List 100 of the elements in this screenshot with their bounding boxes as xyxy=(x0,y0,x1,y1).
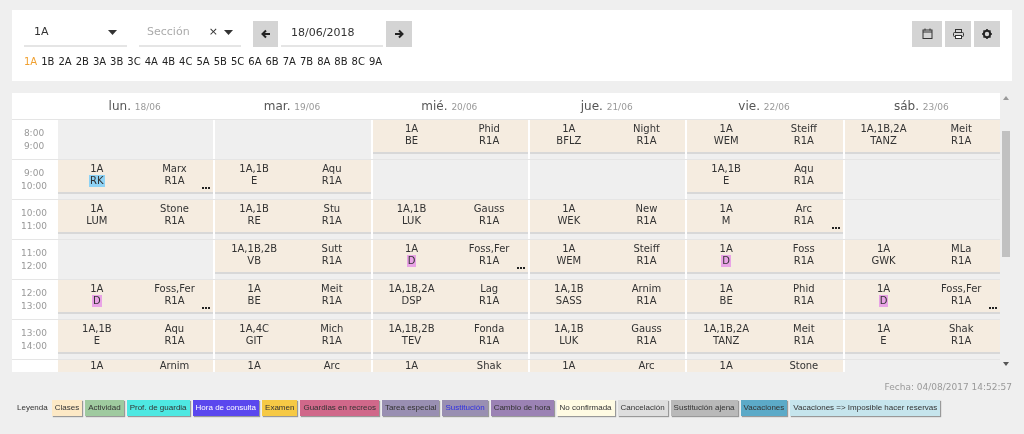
class-tab[interactable]: 4B xyxy=(161,54,176,69)
time-slot[interactable]: 1A WEK New R1A xyxy=(528,200,686,239)
time-slot[interactable]: 1A D Foss,Fer R1A xyxy=(842,280,1000,319)
time-slot[interactable]: 1A E Shak R1A xyxy=(842,320,1000,359)
lesson-card[interactable]: 1A,1B RE Stu R1A xyxy=(215,200,371,232)
lesson-card[interactable]: 1A Shak xyxy=(372,360,528,372)
class-tab[interactable]: 5A xyxy=(196,54,210,69)
lesson-card[interactable]: 1A Arnim xyxy=(58,360,214,372)
time-slot[interactable]: 1A BE Phid R1A xyxy=(685,280,843,319)
teacher-text: Arc xyxy=(638,360,655,372)
time-slot[interactable]: 1A BE Phid R1A xyxy=(370,120,528,159)
time-slot[interactable]: 1A,1B,2B TEV Fonda R1A xyxy=(370,320,528,359)
lesson-card[interactable]: 1A Stone xyxy=(687,360,843,372)
lesson-card[interactable]: 1A,1B E Aqu R1A xyxy=(215,160,371,192)
class-tab[interactable]: 4C xyxy=(179,54,193,69)
print-button[interactable] xyxy=(945,20,971,47)
lesson-card[interactable]: 1A,1B,2A TANZ Meit R1A xyxy=(844,120,1000,152)
lesson-card[interactable]: 1A,1B E Aqu R1A xyxy=(58,320,214,352)
class-tab[interactable]: 8A xyxy=(317,54,331,69)
time-slot[interactable]: 1A,1B,2A TANZ Meit R1A xyxy=(842,120,1000,159)
time-slot[interactable]: 1A,1B RE Stu R1A xyxy=(213,200,371,239)
time-slot[interactable]: 1A,1B E Aqu R1A xyxy=(685,160,843,199)
class-tab[interactable]: 1B xyxy=(41,54,55,69)
lesson-card[interactable]: 1A RK Marx R1A xyxy=(58,160,214,192)
lesson-card[interactable]: 1A LUM Stone R1A xyxy=(58,200,214,232)
lesson-card[interactable]: 1A,1B,2A TANZ Meit R1A xyxy=(687,320,843,352)
lesson-card[interactable]: 1A,1B,2B VB Sutt R1A xyxy=(215,240,371,272)
class-tab[interactable]: 2A xyxy=(58,54,72,69)
date-field[interactable]: 18/06/2018 xyxy=(281,20,383,47)
time-slot[interactable]: 1A,1B,2B VB Sutt R1A xyxy=(213,240,371,279)
time-slot[interactable]: 1A,1B SASS Arnim R1A xyxy=(528,280,686,319)
time-slot[interactable]: 1A GWK MLa R1A xyxy=(842,240,1000,279)
class-tab[interactable]: 5B xyxy=(213,54,227,69)
group-select[interactable]: 1A xyxy=(24,20,127,47)
time-slot[interactable]: 1A,1B,2A TANZ Meit R1A xyxy=(685,320,843,359)
class-tab[interactable]: 9A xyxy=(368,54,383,69)
time-slot[interactable]: 1A D Foss,Fer R1A xyxy=(56,280,214,319)
lesson-card[interactable]: 1A,1B E Aqu R1A xyxy=(687,160,843,192)
next-week-button[interactable] xyxy=(386,20,412,47)
lesson-card[interactable]: 1A,1B,2A DSP Lag R1A xyxy=(372,280,528,312)
class-tab[interactable]: 8C xyxy=(351,54,365,69)
lesson-card[interactable]: 1A BE Phid R1A xyxy=(372,120,528,152)
time-slot[interactable]: 1A,1B LUK Gauss R1A xyxy=(528,320,686,359)
class-tab[interactable]: 8B xyxy=(334,54,348,69)
teacher-text: Aqu xyxy=(322,163,342,175)
lesson-card[interactable]: 1A WEM Steiff R1A xyxy=(687,120,843,152)
time-slot[interactable]: 1A M Arc R1A xyxy=(685,200,843,239)
group-text: 1A xyxy=(562,360,576,372)
settings-button[interactable] xyxy=(974,20,1000,47)
time-slot[interactable]: 1A BFLZ Night R1A xyxy=(528,120,686,159)
time-slot[interactable]: 1A,1B E Aqu R1A xyxy=(56,320,214,359)
class-tab[interactable]: 7A xyxy=(282,54,296,69)
time-slot[interactable]: 1A WEM Steiff R1A xyxy=(685,120,843,159)
lesson-card[interactable]: 1A,1B,2B TEV Fonda R1A xyxy=(372,320,528,352)
lesson-card[interactable]: 1A WEM Steiff R1A xyxy=(530,240,686,272)
lesson-card[interactable]: 1A D Foss,Fer R1A xyxy=(372,240,528,272)
class-tab[interactable]: 7B xyxy=(299,54,314,69)
calendar-button[interactable] xyxy=(912,20,942,47)
time-slot[interactable]: 1A,1B LUK Gauss R1A xyxy=(370,200,528,239)
lesson-card[interactable]: 1A D Foss,Fer R1A xyxy=(58,280,214,312)
room-text: R1A xyxy=(636,255,657,267)
lesson-card[interactable]: 1A,1B LUK Gauss R1A xyxy=(530,320,686,352)
arrow-left-icon xyxy=(260,28,271,39)
class-tab[interactable]: 6B xyxy=(265,54,279,69)
lesson-card[interactable]: 1A GWK MLa R1A xyxy=(844,240,1000,272)
time-slot[interactable]: 1A D Foss,Fer R1A xyxy=(370,240,528,279)
lesson-card[interactable]: 1A,4C GIT Mich R1A xyxy=(215,320,371,352)
clear-button[interactable]: × xyxy=(208,24,218,41)
scrollbar-thumb[interactable] xyxy=(1002,131,1010,257)
lesson-card[interactable]: 1A Arc xyxy=(215,360,371,372)
time-slot[interactable]: 1A D Foss R1A xyxy=(685,240,843,279)
lesson-card[interactable]: 1A M Arc R1A xyxy=(687,200,843,232)
lesson-card[interactable]: 1A BE Meit R1A xyxy=(215,280,371,312)
class-tab[interactable]: 5C xyxy=(230,54,245,69)
class-tab[interactable]: 3B xyxy=(110,54,124,69)
lesson-card[interactable]: 1A Arc xyxy=(530,360,686,372)
time-slot[interactable]: 1A,4C GIT Mich R1A xyxy=(213,320,371,359)
section-select[interactable]: Sección × xyxy=(139,20,241,47)
time-slot[interactable]: 1A WEM Steiff R1A xyxy=(528,240,686,279)
time-slot[interactable]: 1A RK Marx R1A xyxy=(56,160,214,199)
teacher-text: Marx xyxy=(162,163,187,175)
lesson-card[interactable]: 1A E Shak R1A xyxy=(844,320,1000,352)
lesson-card[interactable]: 1A WEK New R1A xyxy=(530,200,686,232)
lesson-card[interactable]: 1A,1B LUK Gauss R1A xyxy=(372,200,528,232)
class-tab[interactable]: 4A xyxy=(144,54,158,69)
lesson-card[interactable]: 1A BFLZ Night R1A xyxy=(530,120,686,152)
lesson-card[interactable]: 1A BE Phid R1A xyxy=(687,280,843,312)
class-tab[interactable]: 3A xyxy=(92,54,107,69)
class-tab[interactable]: 3C xyxy=(127,54,141,69)
lesson-card[interactable]: 1A,1B SASS Arnim R1A xyxy=(530,280,686,312)
time-slot[interactable]: 1A LUM Stone R1A xyxy=(56,200,214,239)
time-slot[interactable]: 1A,1B,2A DSP Lag R1A xyxy=(370,280,528,319)
previous-week-button[interactable] xyxy=(253,20,278,47)
class-tab[interactable]: 6A xyxy=(248,54,262,69)
time-slot[interactable]: 1A BE Meit R1A xyxy=(213,280,371,319)
lesson-card[interactable]: 1A D Foss,Fer R1A xyxy=(844,280,1000,312)
time-slot[interactable]: 1A,1B E Aqu R1A xyxy=(213,160,371,199)
class-tab[interactable]: 2B xyxy=(75,54,89,69)
lesson-card[interactable]: 1A D Foss R1A xyxy=(687,240,843,272)
subject-text: WEM xyxy=(712,135,740,147)
